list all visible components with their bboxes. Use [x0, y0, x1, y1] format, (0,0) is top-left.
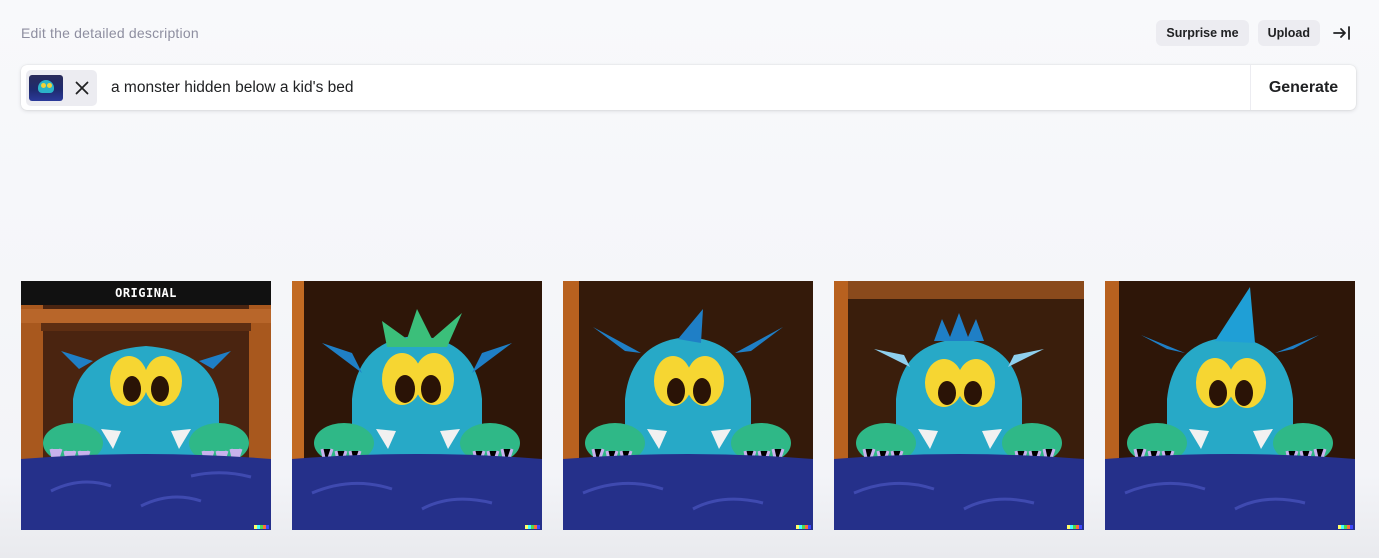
signature-mark — [254, 525, 269, 529]
monster-image — [834, 281, 1084, 530]
arrow-right-to-bar-icon[interactable] — [1329, 20, 1355, 46]
prompt-input[interactable] — [111, 65, 1250, 110]
signature-mark — [1338, 525, 1353, 529]
monster-image — [563, 281, 813, 530]
result-image-variation[interactable] — [1105, 281, 1355, 530]
edit-hint: Edit the detailed description — [21, 25, 199, 41]
close-icon[interactable] — [67, 73, 97, 103]
result-image-variation[interactable] — [834, 281, 1084, 530]
monster-image — [1105, 281, 1355, 530]
surprise-me-button[interactable]: Surprise me — [1156, 20, 1249, 46]
results-grid: ORIGINAL — [21, 281, 1355, 530]
signature-mark — [1067, 525, 1082, 529]
signature-mark — [796, 525, 811, 529]
upload-button[interactable]: Upload — [1257, 20, 1320, 46]
result-image-variation[interactable] — [563, 281, 813, 530]
monster-image — [292, 281, 542, 530]
source-image-thumbnail — [29, 74, 63, 101]
generate-button[interactable]: Generate — [1250, 65, 1356, 110]
result-image-variation[interactable] — [292, 281, 542, 530]
monster-image — [21, 281, 271, 530]
signature-mark — [525, 525, 540, 529]
top-actions: Surprise me Upload — [1156, 20, 1355, 46]
source-image-chip — [26, 69, 97, 106]
result-image-original[interactable]: ORIGINAL — [21, 281, 271, 530]
prompt-bar: Generate — [21, 65, 1356, 110]
original-label: ORIGINAL — [21, 281, 271, 305]
